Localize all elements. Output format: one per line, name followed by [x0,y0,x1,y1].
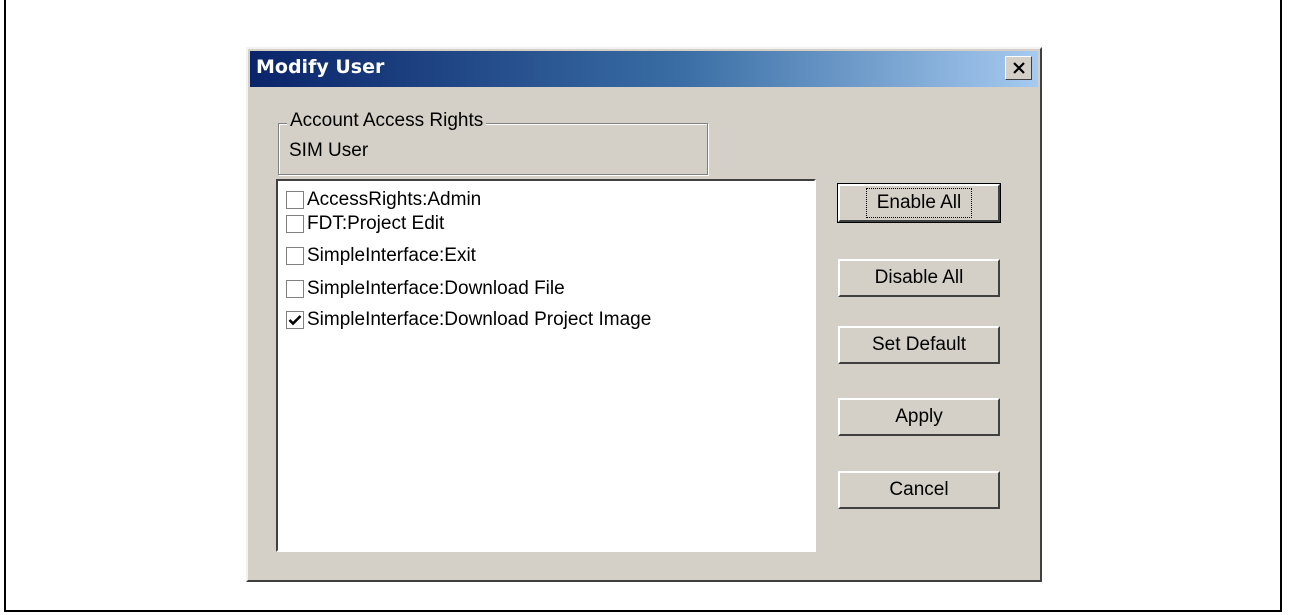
list-item[interactable]: SimpleInterface:Download File [286,277,565,301]
close-button[interactable] [1005,56,1032,80]
close-icon [1012,62,1025,74]
permission-label: SimpleInterface:Download Project Image [307,309,652,330]
account-access-rights-legend: Account Access Rights [287,110,487,132]
permission-checkbox[interactable] [286,215,304,233]
disable-all-button[interactable]: Disable All [838,259,1000,297]
permission-checkbox[interactable] [286,191,304,209]
list-item[interactable]: SimpleInterface:Download Project Image [286,308,651,332]
permission-checkbox[interactable] [286,311,304,329]
modify-user-dialog: Modify User Account Access Rights SIM Us… [246,47,1042,582]
title-bar[interactable]: Modify User [250,51,1038,87]
permission-checkbox[interactable] [286,280,304,298]
permission-checkbox[interactable] [286,247,304,265]
list-item[interactable]: FDT:Project Edit [286,212,444,236]
account-access-rights-group: Account Access Rights SIM User [278,110,708,175]
cancel-button[interactable]: Cancel [838,471,1000,509]
permission-label: AccessRights:Admin [307,189,482,210]
checkmark-icon [288,315,302,326]
apply-button[interactable]: Apply [838,398,1000,436]
account-access-rights-value: SIM User [289,140,369,161]
enable-all-button[interactable]: Enable All [837,183,1001,223]
enable-all-label: Enable All [865,188,973,218]
list-item[interactable]: SimpleInterface:Exit [286,244,476,268]
permission-label: SimpleInterface:Download File [307,278,565,299]
set-default-button[interactable]: Set Default [838,326,1000,364]
permission-label: SimpleInterface:Exit [307,245,476,266]
permissions-list[interactable]: AccessRights:Admin FDT:Project Edit Simp… [276,179,816,552]
permission-label: FDT:Project Edit [307,213,445,234]
dialog-title: Modify User [256,56,385,78]
list-item[interactable]: AccessRights:Admin [286,188,481,212]
